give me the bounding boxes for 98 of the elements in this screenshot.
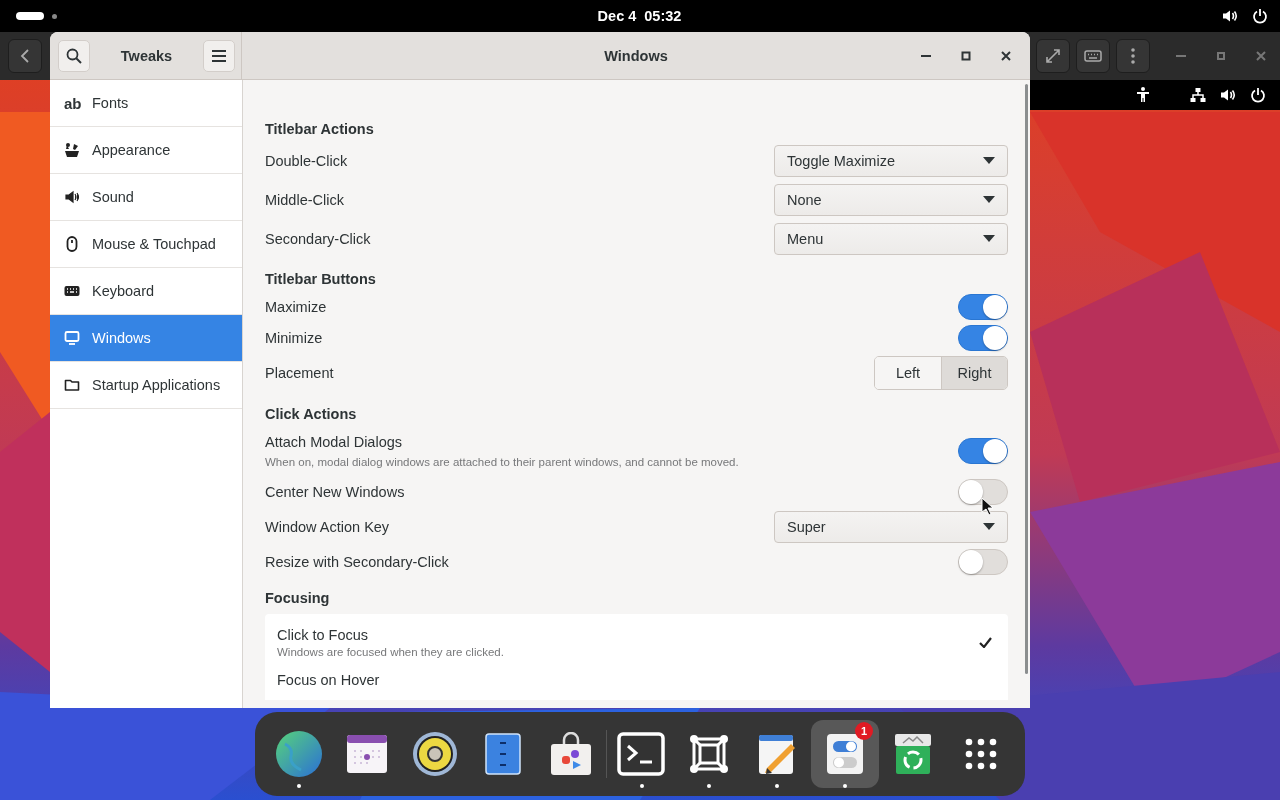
- menu-icon: [211, 48, 227, 63]
- terminal-icon[interactable]: [617, 732, 666, 776]
- accessibility-icon[interactable]: [1136, 87, 1150, 103]
- maximize-icon: [961, 51, 971, 61]
- time-text: 05:32: [644, 8, 682, 24]
- sidebar-label: Startup Applications: [92, 377, 221, 393]
- sidebar-item[interactable]: Windows: [50, 315, 242, 362]
- sidebar-item[interactable]: Appearance: [50, 127, 242, 174]
- speaker-icon[interactable]: [411, 731, 458, 777]
- caret-icon: [983, 196, 995, 203]
- keyboard-icon: [1084, 49, 1102, 63]
- dropdown[interactable]: Super: [774, 510, 1008, 543]
- app-title: Tweaks: [120, 47, 173, 64]
- back-button[interactable]: [8, 39, 42, 73]
- sidebar-label: Windows: [92, 330, 151, 346]
- choice-label: Focus on Hover: [277, 672, 380, 688]
- text-editor-icon[interactable]: [757, 732, 798, 776]
- setting-label: Resize with Secondary-Click: [265, 553, 449, 570]
- setting-label: Secondary-Click: [265, 230, 371, 247]
- setting-label: Placement: [265, 365, 334, 381]
- sidebar-item[interactable]: Sound: [50, 174, 242, 221]
- workspace-dot[interactable]: [52, 13, 57, 19]
- section-heading: Click Actions: [265, 405, 358, 424]
- setting-label: Window Action Key: [265, 518, 390, 535]
- toggle-switch[interactable]: [958, 548, 1008, 575]
- keyboard-button[interactable]: [1076, 39, 1110, 73]
- toggle-switch[interactable]: [958, 438, 1008, 464]
- network-icon[interactable]: [1190, 87, 1206, 103]
- sidebar-label: Appearance: [92, 142, 171, 158]
- calendar-icon[interactable]: [345, 733, 388, 775]
- font-glyph-icon: ab: [64, 94, 80, 112]
- expand-icon: [1044, 47, 1062, 65]
- setting-label: Maximize: [265, 298, 327, 315]
- dropdown[interactable]: None: [774, 183, 1008, 216]
- dropdown[interactable]: Menu: [774, 222, 1008, 255]
- speaker-icon: [64, 189, 80, 205]
- mouse-icon: [64, 236, 80, 252]
- sidebar-item[interactable]: Mouse & Touchpad: [50, 221, 242, 268]
- caret-icon: [983, 235, 995, 242]
- monitor-icon: [64, 330, 80, 346]
- folder-icon: [64, 377, 80, 393]
- choice-label: Click to Focus: [277, 626, 370, 643]
- app-grid-icon[interactable]: [964, 737, 998, 771]
- menu-button[interactable]: [203, 39, 235, 72]
- activities-indicator[interactable]: [16, 12, 44, 20]
- search-icon: [66, 47, 82, 64]
- more-icon: [1131, 48, 1135, 64]
- sidebar-label: Fonts: [92, 95, 129, 111]
- section-heading: Titlebar Actions: [265, 120, 375, 139]
- sidebar-label: Mouse & Touchpad: [92, 236, 216, 252]
- recycle-bin-icon[interactable]: [893, 732, 934, 776]
- setting-description: When on, modal dialog windows are attached to their parent windows, and cannot be moved.: [265, 456, 739, 468]
- sidebar-label: Keyboard: [92, 283, 155, 299]
- search-button[interactable]: [58, 39, 90, 72]
- setting-label: Attach Modal Dialogs: [265, 434, 403, 450]
- segment-button[interactable]: Right: [941, 357, 1007, 389]
- window-title: Windows: [604, 47, 668, 64]
- notification-badge: 1: [855, 722, 874, 740]
- volume-icon[interactable]: [1220, 87, 1236, 103]
- choice-description: Windows are focused when they are clicked.: [277, 645, 504, 658]
- section-heading: Focusing: [265, 589, 331, 608]
- minimize-icon: [921, 54, 931, 58]
- back-icon: [20, 48, 30, 64]
- more-button[interactable]: [1116, 39, 1150, 73]
- close-icon: [1001, 51, 1011, 61]
- power-icon[interactable]: [1252, 8, 1268, 24]
- caret-icon: [983, 523, 995, 530]
- shopping-bag-icon[interactable]: [548, 732, 593, 776]
- globe-icon[interactable]: [274, 730, 323, 778]
- minimize-icon[interactable]: [1176, 54, 1186, 58]
- caret-icon: [983, 157, 995, 164]
- choice-row[interactable]: Focus on Hover: [265, 670, 1008, 700]
- dock-item[interactable]: 1: [811, 720, 880, 788]
- sidebar-item[interactable]: ab Fonts: [50, 80, 242, 127]
- fullscreen-button[interactable]: [1036, 39, 1070, 73]
- section-heading: Titlebar Buttons: [265, 270, 377, 289]
- sidebar-item[interactable]: Startup Applications: [50, 362, 242, 409]
- setting-label: Center New Windows: [265, 483, 405, 500]
- toggle-switch[interactable]: [958, 293, 1008, 320]
- pointer-icon: [981, 497, 993, 515]
- toggle-switch[interactable]: [958, 324, 1008, 351]
- toggle-switch[interactable]: [958, 478, 1008, 505]
- setting-label: Double-Click: [265, 152, 348, 169]
- volume-icon[interactable]: [1222, 8, 1238, 24]
- scrollbar[interactable]: [1025, 84, 1028, 674]
- setting-label: Middle-Click: [265, 191, 344, 208]
- sidebar-label: Sound: [92, 189, 134, 205]
- power-icon[interactable]: [1250, 87, 1266, 103]
- close-icon[interactable]: [1256, 51, 1266, 61]
- setting-label: Minimize: [265, 329, 323, 346]
- file-cabinet-icon[interactable]: [484, 733, 521, 775]
- date-text: Dec 4: [597, 8, 637, 24]
- dropdown[interactable]: Toggle Maximize: [774, 144, 1008, 177]
- appearance-icon: [64, 142, 80, 158]
- choice-row[interactable]: Click to Focus Windows are focused when they are clicked.: [265, 614, 1008, 670]
- maximize-icon[interactable]: [1217, 52, 1225, 60]
- clock[interactable]: Dec 4 05:32: [597, 8, 682, 24]
- keyboard-icon: [64, 283, 80, 299]
